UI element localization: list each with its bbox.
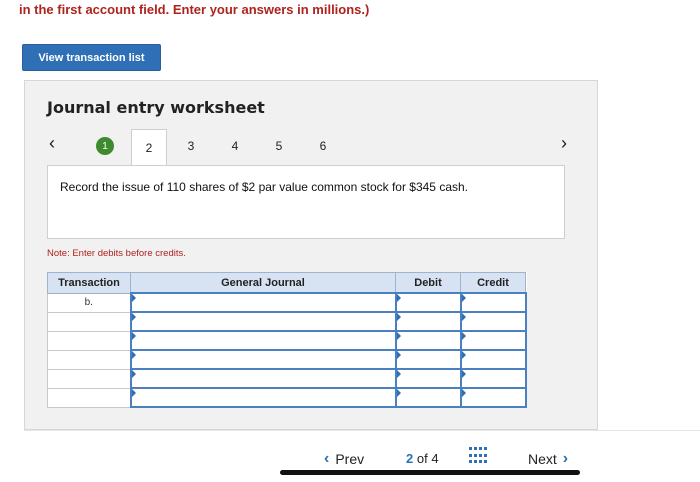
step-tab-5[interactable]: 5 <box>261 129 297 163</box>
debit-input[interactable] <box>394 311 462 332</box>
view-transaction-list-button[interactable]: View transaction list <box>22 44 161 71</box>
account-input[interactable] <box>129 349 397 370</box>
step-tab-3[interactable]: 3 <box>173 129 209 163</box>
dropdown-marker-icon <box>131 294 136 302</box>
debit-input[interactable] <box>394 368 462 389</box>
chevron-right-icon[interactable]: › <box>561 133 567 154</box>
account-input[interactable] <box>129 387 397 408</box>
credit-input[interactable] <box>459 368 527 389</box>
footer-divider <box>24 430 700 431</box>
credit-input[interactable] <box>459 330 527 351</box>
transaction-cell <box>47 368 131 389</box>
chevron-right-icon: › <box>562 450 569 467</box>
step-tab-1[interactable]: 1 <box>87 129 123 163</box>
dropdown-marker-icon <box>396 389 401 397</box>
table-row <box>47 311 527 332</box>
step-tab-6[interactable]: 6 <box>305 129 341 163</box>
page-indicator: 2 of 4 <box>406 451 439 466</box>
credit-input[interactable] <box>459 349 527 370</box>
next-label: Next <box>528 451 557 467</box>
table-row <box>47 387 527 408</box>
journal-table: Transaction General Journal Debit Credit… <box>47 272 527 408</box>
transaction-description-box: Record the issue of 110 shares of $2 par… <box>47 165 565 239</box>
dropdown-marker-icon <box>131 351 136 359</box>
transaction-description: Record the issue of 110 shares of $2 par… <box>60 180 468 194</box>
table-row <box>47 330 527 351</box>
transaction-cell <box>47 387 131 408</box>
worksheet-title: Journal entry worksheet <box>47 98 265 117</box>
grid-icon[interactable] <box>469 447 487 465</box>
credit-input[interactable] <box>459 311 527 332</box>
scrollbar[interactable] <box>280 470 580 475</box>
dropdown-marker-icon <box>131 313 136 321</box>
note-text: Note: Enter debits before credits. <box>47 248 186 259</box>
dropdown-marker-icon <box>131 389 136 397</box>
dropdown-marker-icon <box>461 351 466 359</box>
debit-input[interactable] <box>394 387 462 408</box>
journal-entry-worksheet-panel: Journal entry worksheet ‹ 1 2 3 4 5 6 › … <box>24 80 598 430</box>
account-input[interactable] <box>129 311 397 332</box>
prev-label: Prev <box>335 451 365 467</box>
header-debit: Debit <box>395 272 461 294</box>
credit-input[interactable] <box>459 292 527 313</box>
transaction-cell: b. <box>47 292 131 313</box>
dropdown-marker-icon <box>396 351 401 359</box>
chevron-left-icon: ‹ <box>324 450 330 467</box>
dropdown-marker-icon <box>461 370 466 378</box>
step-tab-2[interactable]: 2 <box>131 129 167 165</box>
dropdown-marker-icon <box>396 332 401 340</box>
account-input[interactable] <box>129 330 397 351</box>
debit-input[interactable] <box>394 349 462 370</box>
chevron-left-icon[interactable]: ‹ <box>49 133 55 154</box>
debit-input[interactable] <box>394 330 462 351</box>
instruction-text: in the first account field. Enter your a… <box>19 2 370 17</box>
page-total: of 4 <box>416 451 439 466</box>
account-input[interactable] <box>129 368 397 389</box>
dropdown-marker-icon <box>131 370 136 378</box>
credit-input[interactable] <box>459 387 527 408</box>
table-row <box>47 349 527 370</box>
header-credit: Credit <box>460 272 526 294</box>
debit-input[interactable] <box>394 292 462 313</box>
dropdown-marker-icon <box>396 313 401 321</box>
step-tab-4[interactable]: 4 <box>217 129 253 163</box>
transaction-cell <box>47 330 131 351</box>
dropdown-marker-icon <box>396 370 401 378</box>
transaction-cell <box>47 349 131 370</box>
transaction-cell <box>47 311 131 332</box>
account-input[interactable] <box>129 292 397 313</box>
prev-button[interactable]: ‹ Prev <box>324 450 364 468</box>
dropdown-marker-icon <box>461 389 466 397</box>
dropdown-marker-icon <box>461 313 466 321</box>
table-row: b. <box>47 292 527 313</box>
dropdown-marker-icon <box>461 332 466 340</box>
completed-step-icon: 1 <box>96 137 114 155</box>
dropdown-marker-icon <box>131 332 136 340</box>
header-general-journal: General Journal <box>130 272 396 294</box>
current-page: 2 <box>406 451 414 466</box>
table-row <box>47 368 527 389</box>
next-button[interactable]: Next › <box>528 450 568 468</box>
header-transaction: Transaction <box>47 272 131 294</box>
dropdown-marker-icon <box>396 294 401 302</box>
dropdown-marker-icon <box>461 294 466 302</box>
